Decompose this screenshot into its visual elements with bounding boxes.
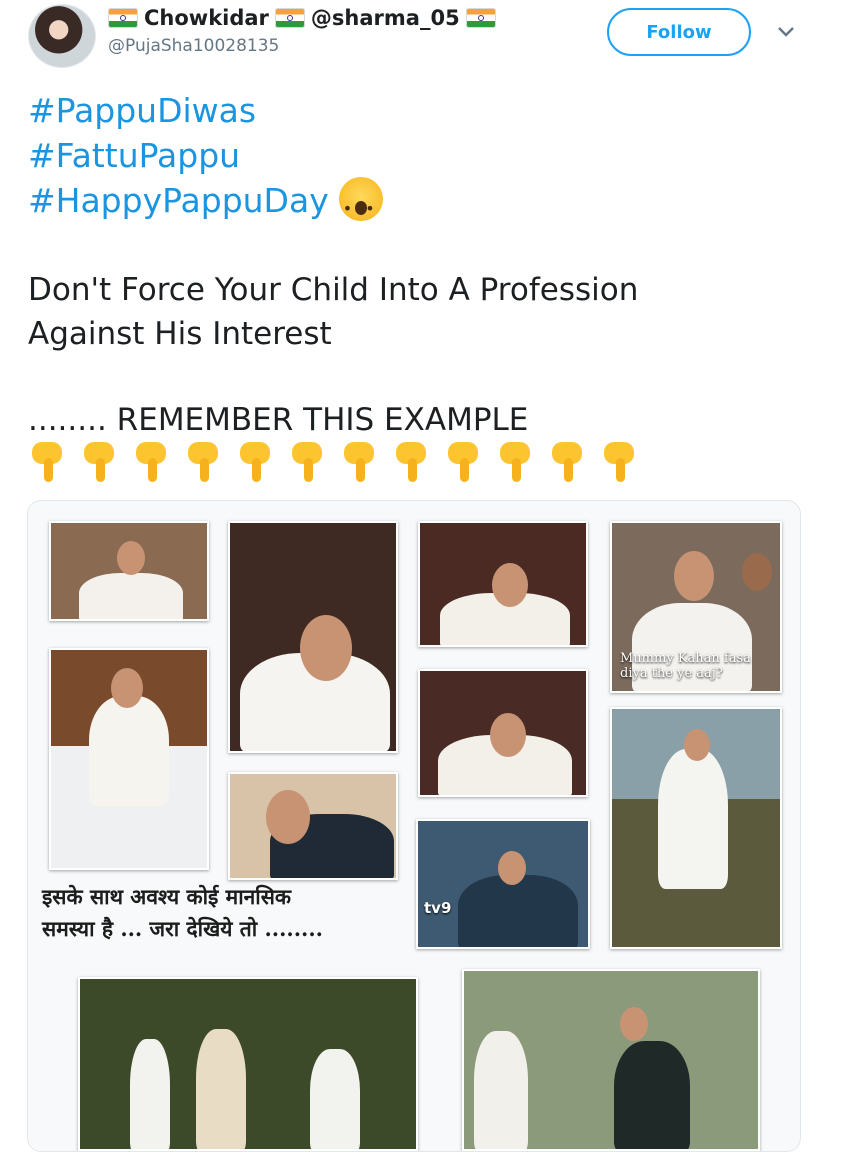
pointing-down-emoji-icon [548, 440, 586, 484]
collage-photo [418, 521, 588, 647]
remember-line: ........ REMEMBER THIS EXAMPLE [28, 402, 529, 438]
hashtag-list: #PappuDiwas #FattuPappu #HappyPappuDay [28, 88, 383, 231]
pointing-down-emoji-icon [600, 440, 638, 484]
follow-button[interactable]: Follow [607, 8, 751, 56]
display-name-part2: @sharma_05 [310, 6, 460, 30]
pointing-down-emoji-icon [236, 440, 274, 484]
tweet-text-line: Don't Force Your Child Into A Profession [28, 272, 639, 308]
pointing-down-emoji-icon [340, 440, 378, 484]
tweet-text-line: Against His Interest [28, 316, 332, 352]
collage-photo [228, 772, 398, 880]
photo-caption: Mummy Kahan fasa diya the ye aaj? [620, 651, 751, 681]
collage-photo [418, 669, 588, 797]
astonished-face-emoji-icon [338, 176, 383, 231]
hashtag-link[interactable]: #FattuPappu [28, 136, 240, 175]
hindi-caption: इसके साथ अवश्य कोई मानसिक समस्या है ... … [42, 881, 323, 945]
pointing-down-emoji-icon [132, 440, 170, 484]
india-flag-icon [465, 8, 496, 28]
hindi-line: समस्या है ... जरा देखिये तो ........ [42, 916, 323, 941]
collage-photo [462, 969, 760, 1151]
india-flag-icon [108, 8, 138, 28]
avatar[interactable] [28, 4, 96, 68]
hashtag-link[interactable]: #PappuDiwas [28, 91, 256, 130]
collage-photo [49, 521, 209, 621]
tweet-media-image[interactable]: Mummy Kahan fasa diya the ye aaj? tv9 इस… [27, 500, 801, 1152]
collage-photo [610, 707, 782, 949]
collage-photo: tv9 [416, 819, 590, 949]
pointing-down-emoji-icon [28, 440, 66, 484]
pointing-down-emoji-icon [392, 440, 430, 484]
collage-photo [49, 648, 209, 870]
collage-photo: Mummy Kahan fasa diya the ye aaj? [610, 521, 782, 693]
pointing-down-emoji-icon [444, 440, 482, 484]
pointing-down-emoji-icon [496, 440, 534, 484]
tweet-text: Don't Force Your Child Into A Profession… [28, 268, 788, 356]
hashtag-link[interactable]: #HappyPappuDay [28, 181, 329, 220]
india-flag-icon [274, 8, 305, 28]
pointing-down-emoji-row [28, 440, 638, 484]
collage-photo [228, 521, 398, 753]
pointing-down-emoji-icon [184, 440, 222, 484]
display-name[interactable]: Chowkidar @sharma_05 [108, 4, 496, 32]
user-handle[interactable]: @PujaSha10028135 [108, 36, 279, 56]
pointing-down-emoji-icon [288, 440, 326, 484]
display-name-part1: Chowkidar [144, 6, 269, 30]
tv9-logo: tv9 [424, 899, 452, 917]
hindi-line: इसके साथ अवश्य कोई मानसिक [42, 884, 292, 909]
chevron-down-icon[interactable] [772, 18, 800, 46]
collage-photo [78, 977, 418, 1151]
pointing-down-emoji-icon [80, 440, 118, 484]
